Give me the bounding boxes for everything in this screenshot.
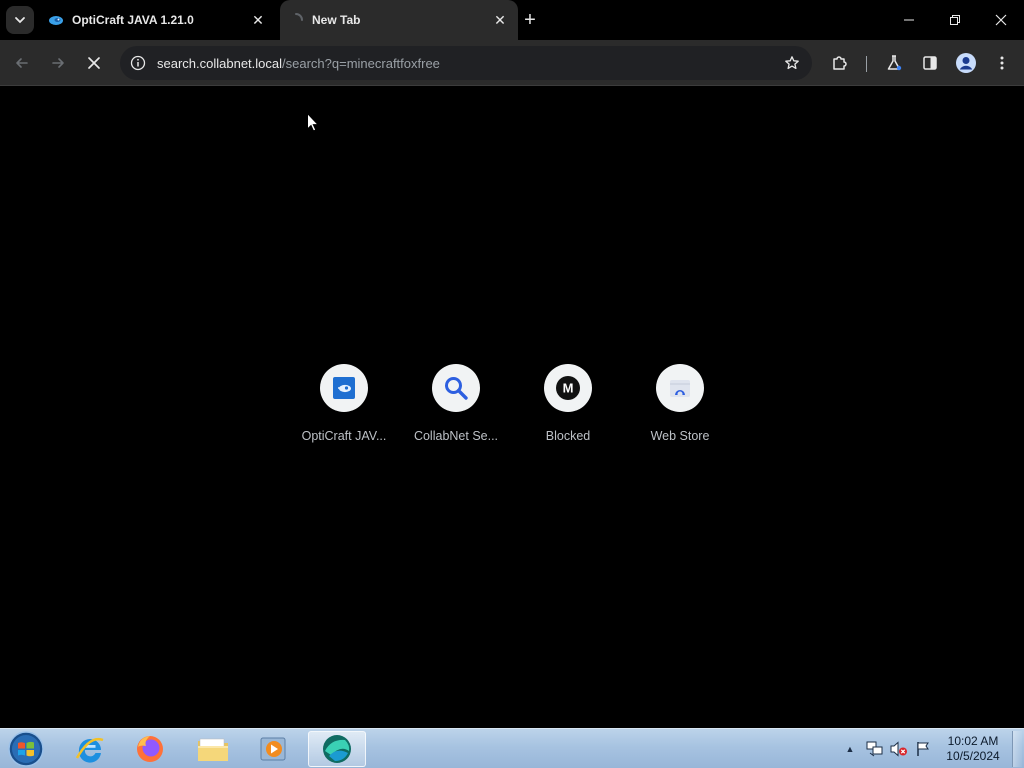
url-text: search.collabnet.local/search?q=minecraf… [157, 56, 440, 71]
labs-button[interactable] [880, 49, 908, 77]
loading-spinner-icon [288, 12, 304, 28]
windows-logo-icon [8, 731, 44, 767]
tab-strip: OptiCraft JAVA 1.21.0 ✕ New Tab ✕ + [0, 0, 1024, 40]
tab-title: New Tab [312, 13, 361, 27]
close-icon [995, 14, 1007, 26]
flask-icon [887, 55, 902, 71]
close-window-button[interactable] [978, 0, 1024, 40]
shortcut-web-store[interactable]: Web Store [624, 364, 736, 454]
restore-button[interactable] [932, 0, 978, 40]
shortcut-tile[interactable] [656, 364, 704, 412]
taskbar-media-player[interactable] [245, 731, 301, 767]
shortcut-tile[interactable] [320, 364, 368, 412]
profile-button[interactable] [952, 49, 980, 77]
minimize-button[interactable] [886, 0, 932, 40]
m-logo-icon: M [556, 376, 580, 400]
back-button[interactable] [8, 49, 36, 77]
taskbar-firefox[interactable] [122, 731, 178, 767]
magnifier-icon [445, 377, 468, 400]
action-center-flag-icon[interactable] [912, 729, 934, 768]
shortcut-label: OptiCraft JAV... [301, 429, 387, 443]
system-clock[interactable]: 10:02 AM 10/5/2024 [938, 734, 1008, 764]
clock-time: 10:02 AM [947, 734, 999, 748]
tab-opticraft[interactable]: OptiCraft JAVA 1.21.0 ✕ [40, 0, 276, 40]
opticraft-icon [333, 377, 355, 399]
url-path: /search?q=minecraftfoxfree [282, 55, 440, 71]
internet-explorer-icon [75, 737, 104, 763]
shortcut-tile[interactable] [432, 364, 480, 412]
forward-button[interactable] [44, 49, 72, 77]
tab-new-tab[interactable]: New Tab ✕ [280, 0, 518, 40]
firefox-icon [137, 736, 163, 762]
arrow-right-icon [52, 58, 64, 68]
tab-search-button[interactable] [6, 6, 34, 34]
chevron-down-icon [15, 17, 25, 24]
tab-close-icon[interactable]: ✕ [248, 10, 268, 30]
menu-button[interactable] [988, 49, 1016, 77]
browser-toolbar: search.collabnet.local/search?q=minecraf… [0, 40, 1024, 86]
taskbar-file-explorer[interactable] [185, 731, 241, 767]
shortcut-collabnet[interactable]: CollabNet Se... [400, 364, 512, 454]
shortcut-label: CollabNet Se... [413, 429, 499, 443]
shortcut-label: Blocked [545, 429, 591, 443]
address-bar[interactable]: search.collabnet.local/search?q=minecraf… [120, 46, 812, 80]
close-icon [88, 57, 100, 69]
avatar-icon [956, 53, 976, 73]
more-vert-icon [1000, 56, 1004, 70]
shortcut-tile[interactable]: M [544, 364, 592, 412]
taskbar-browser[interactable] [308, 731, 366, 767]
tab-title: OptiCraft JAVA 1.21.0 [72, 13, 194, 27]
site-info-icon[interactable] [121, 46, 155, 80]
browser-icon [323, 735, 351, 763]
tab-close-icon[interactable]: ✕ [490, 10, 510, 30]
new-tab-page: OptiCraft JAV... CollabNet Se... M Block… [0, 87, 1024, 728]
restore-icon [950, 15, 960, 25]
file-explorer-icon [198, 738, 228, 761]
m-logo-letter: M [563, 381, 574, 396]
side-panel-button[interactable] [916, 49, 944, 77]
arrow-left-icon [16, 58, 28, 68]
mouse-cursor-icon [307, 113, 319, 132]
network-icon[interactable] [864, 729, 886, 768]
url-host: search.collabnet.local [157, 55, 283, 71]
taskbar-internet-explorer[interactable] [62, 731, 118, 767]
bookmark-star-icon[interactable] [782, 53, 802, 73]
shortcuts-grid: OptiCraft JAV... CollabNet Se... M Block… [288, 364, 736, 454]
toolbar-divider [866, 56, 867, 72]
start-button[interactable] [6, 730, 46, 768]
show-desktop-button[interactable] [1012, 731, 1022, 767]
extensions-button[interactable] [826, 49, 854, 77]
media-player-icon [260, 737, 286, 761]
clock-date: 10/5/2024 [946, 749, 1000, 763]
volume-muted-icon[interactable] [888, 729, 910, 768]
new-tab-button[interactable]: + [519, 9, 541, 31]
taskbar: ▲ 10:02 AM 10/5/2024 [0, 728, 1024, 768]
web-store-icon [670, 380, 690, 397]
stop-loading-button[interactable] [80, 49, 108, 77]
opticraft-favicon-icon [48, 12, 64, 28]
shortcut-blocked[interactable]: M Blocked [512, 364, 624, 454]
tray-overflow-button[interactable]: ▲ [842, 729, 858, 768]
shortcut-label: Web Store [650, 429, 710, 443]
minimize-icon [904, 19, 914, 21]
side-panel-icon [923, 56, 937, 70]
puzzle-icon [833, 56, 847, 70]
screen: OptiCraft JAVA 1.21.0 ✕ New Tab ✕ + sear… [0, 0, 1024, 768]
shortcut-opticraft[interactable]: OptiCraft JAV... [288, 364, 400, 454]
